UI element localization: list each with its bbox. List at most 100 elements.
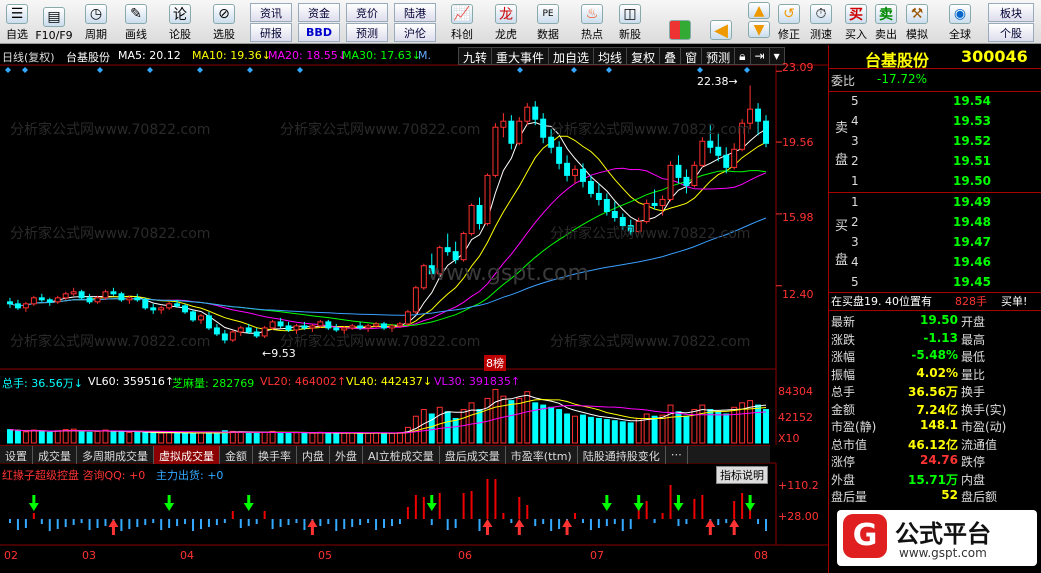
stat-value: 148.1 [920, 418, 958, 432]
buy-row[interactable]: 2 19.48 [829, 215, 1041, 232]
lock-icon[interactable]: 🔒︎ [735, 48, 751, 64]
tab-jine[interactable]: 金额 [220, 446, 253, 464]
tab-panhou[interactable]: 盘后成交量 [440, 446, 506, 464]
volume-bar [492, 388, 499, 444]
btn-zijin[interactable]: 资金 [298, 3, 340, 22]
toolbar-kechuang[interactable]: 📈 科创 [446, 2, 478, 42]
stat-value: 4.02% [916, 365, 958, 380]
buy-row[interactable]: 1 19.49 [829, 195, 1041, 212]
tab-shiyinglv[interactable]: 市盈率(ttm) [506, 446, 578, 464]
btn-die[interactable]: 叠 [660, 48, 682, 65]
btn-fuquan[interactable]: 复权 [627, 48, 661, 65]
btn-gegu[interactable]: 个股 [988, 23, 1034, 42]
event-marker[interactable] [606, 67, 612, 73]
event-marker[interactable] [744, 67, 750, 73]
btn-hulun[interactable]: 沪伦 [394, 23, 436, 42]
toolbar-xingu[interactable]: ◫ 新股 [614, 2, 646, 42]
sell-row[interactable]: 1 19.50 [829, 174, 1041, 191]
toolbar-cesu[interactable]: ⏱ 测速 [806, 2, 836, 42]
toolbar-redian[interactable]: ♨ 热点 [576, 2, 608, 42]
indicator-help-button[interactable]: 指标说明 [716, 466, 768, 484]
sell-row[interactable]: 3 19.52 [829, 134, 1041, 151]
btn-bbd[interactable]: BBD [298, 23, 340, 42]
buy-row[interactable]: 3 19.47 [829, 235, 1041, 252]
sell-row[interactable]: 5 19.54 [829, 94, 1041, 111]
event-marker[interactable] [5, 67, 11, 73]
buy-row[interactable]: 5 19.45 [829, 275, 1041, 292]
back-button[interactable]: ◀ [706, 2, 736, 42]
watermark-text: 分析家公式网www.70822.com [550, 122, 751, 138]
indicator-bar [287, 519, 290, 525]
event-marker[interactable] [297, 67, 303, 73]
candle [603, 198, 610, 213]
price: 19.52 [953, 134, 991, 148]
candle [30, 297, 37, 305]
volume-bar [659, 414, 666, 444]
toolbar: ☰ 自选 ▤ F10/F9 ◷ 周期 ✎ 画线 论论股 ⊘ 选股 资讯 资金 竞价 陆港 … [0, 0, 1041, 44]
toolbar-xuangu[interactable]: ⊘ 选股 [206, 2, 242, 42]
event-marker[interactable] [197, 67, 203, 73]
btn-yanbao[interactable]: 研报 [250, 23, 292, 42]
toolbar-xiuzheng[interactable]: ↺ 修正 [774, 2, 804, 42]
toolbar-zhouqi[interactable]: ◷ 周期 [78, 2, 114, 42]
tab-waipan[interactable]: 外盘 [330, 446, 363, 464]
tab-chengjiaoliang[interactable]: 成交量 [33, 446, 77, 464]
btn-zixun[interactable]: 资讯 [250, 3, 292, 22]
btn-junxian[interactable]: 均线 [594, 48, 628, 65]
toolbar-quanqiu[interactable]: ◉ 全球 [940, 2, 980, 42]
indicator-bar [255, 519, 258, 524]
tab-huanshoulv[interactable]: 换手率 [253, 446, 297, 464]
btn-zhongda[interactable]: 重大事件 [492, 48, 550, 65]
toolbar-lungu[interactable]: 论论股 [164, 2, 196, 42]
buy-signal-arrow [108, 519, 119, 527]
btn-jingjia[interactable]: 竞价 [346, 3, 388, 22]
stat-label-right: 内盘 [961, 472, 986, 487]
volume-bar [564, 413, 571, 444]
price: 19.51 [953, 154, 991, 168]
ma30-line [9, 170, 767, 327]
event-marker[interactable] [571, 67, 577, 73]
btn-chuang[interactable]: 窗 [681, 48, 703, 65]
flag-badge[interactable]: 8榜 [484, 355, 506, 371]
event-marker[interactable] [517, 67, 523, 73]
btn-jiuzhuan[interactable]: 九转 [459, 48, 493, 65]
candle [755, 108, 762, 122]
event-marker[interactable] [97, 67, 103, 73]
toolbar-mairu[interactable]: 买买入 [842, 2, 870, 42]
up-button[interactable]: ▲ ▼ [744, 2, 774, 42]
stat-row: 最新 19.50 开盘 [829, 313, 1041, 330]
volume-bar [587, 416, 594, 444]
btn-bankuai[interactable]: 板块 [988, 3, 1034, 22]
btn-yuce[interactable]: 预测 [346, 23, 388, 42]
event-marker[interactable] [247, 67, 253, 73]
pin-icon[interactable]: ⇥ [751, 48, 770, 64]
tab-ai[interactable]: AI立桩成交量 [363, 446, 440, 464]
btn-yuce2[interactable]: 预测 [702, 48, 736, 65]
more-icon[interactable]: ⋯ [666, 446, 688, 464]
sell-row[interactable]: 2 19.51 [829, 154, 1041, 171]
tab-shezhi[interactable]: 设置 [0, 446, 33, 464]
event-marker[interactable] [697, 67, 703, 73]
event-marker[interactable] [22, 67, 28, 73]
buy-row[interactable]: 4 19.46 [829, 255, 1041, 272]
color-grid-button[interactable] [664, 2, 696, 42]
sell-row[interactable]: 4 19.53 [829, 114, 1041, 131]
btn-jiazixuan[interactable]: 加自选 [549, 48, 595, 65]
month-label: 07 [590, 549, 604, 562]
tab-neipan[interactable]: 内盘 [297, 446, 330, 464]
tab-lugutong[interactable]: 陆股通持股变化 [578, 446, 666, 464]
toolbar-longhu[interactable]: 龙龙虎 [490, 2, 522, 42]
event-marker[interactable] [147, 67, 153, 73]
btn-lugang[interactable]: 陆港 [394, 3, 436, 22]
tab-duozhouqi[interactable]: 多周期成交量 [77, 446, 154, 464]
buy-signal-arrow-stem [732, 527, 736, 535]
tab-xuni[interactable]: 虚拟成交量 [154, 446, 220, 464]
toolbar-huaxian[interactable]: ✎ 画线 [120, 2, 152, 42]
volume-bar [253, 432, 260, 444]
toolbar-zixuan[interactable]: ☰ 自选 [2, 2, 32, 42]
toolbar-f10[interactable]: ▤ F10/F9 [34, 2, 74, 42]
toolbar-moni[interactable]: ⚒ 模拟 [902, 2, 932, 42]
toolbar-shuju[interactable]: PE 数据 [532, 2, 564, 42]
toolbar-maichu[interactable]: 卖卖出 [872, 2, 900, 42]
volume-bar [301, 432, 308, 444]
